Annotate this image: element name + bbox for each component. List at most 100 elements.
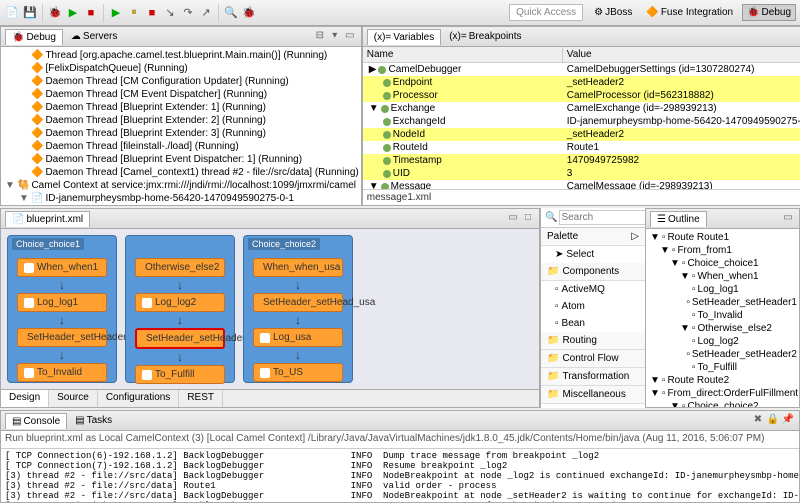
outline-item[interactable]: ▼▫Choice_choice2 bbox=[648, 400, 797, 407]
route-container[interactable]: Choice_choice1When_when1↓Log_log1↓SetHea… bbox=[7, 235, 117, 383]
palette-section-control-flow[interactable]: 📁Control Flow bbox=[541, 350, 645, 368]
debug-tree-item[interactable]: 🔶Daemon Thread [CM Configuration Updater… bbox=[3, 75, 359, 88]
menu-icon[interactable]: ▾ bbox=[328, 30, 342, 44]
tab-tasks[interactable]: ▤ Tasks bbox=[69, 413, 118, 428]
debug-tree-item[interactable]: 🔶Daemon Thread [Blueprint Extender: 1] (… bbox=[3, 101, 359, 114]
outline-item[interactable]: ▫Log_log2 bbox=[648, 335, 797, 348]
search-icon[interactable]: 🔍 bbox=[223, 5, 239, 21]
variable-row[interactable]: Endpoint_setHeader2 bbox=[363, 76, 800, 89]
minimize-icon[interactable]: ▭ bbox=[506, 212, 520, 226]
minimize-icon[interactable]: ▭ bbox=[781, 212, 795, 226]
route-canvas[interactable]: Choice_choice1When_when1↓Log_log1↓SetHea… bbox=[1, 229, 539, 389]
stop-icon[interactable]: ■ bbox=[83, 5, 99, 21]
outline-item[interactable]: ▫Log_log1 bbox=[648, 283, 797, 296]
tab-debug[interactable]: 🐞Debug bbox=[5, 29, 63, 45]
step-into-icon[interactable]: ↘ bbox=[162, 5, 178, 21]
tab-servers[interactable]: ☁Servers bbox=[65, 29, 123, 44]
step-over-icon[interactable]: ↷ bbox=[180, 5, 196, 21]
route-container[interactable]: Choice_choice2When_when_usa↓SetHeader_se… bbox=[243, 235, 353, 383]
variable-row[interactable]: Timestamp1470949725982 bbox=[363, 154, 800, 167]
new-icon[interactable]: 📄 bbox=[4, 5, 20, 21]
route-node[interactable]: To_US bbox=[253, 363, 343, 382]
debug-tree-item[interactable]: 🔶Daemon Thread [Blueprint Event Dispatch… bbox=[3, 153, 359, 166]
outline-item[interactable]: ▼▫From_from1 bbox=[648, 244, 797, 257]
variable-row[interactable]: ▼ExchangeCamelExchange (id=-298939213) bbox=[363, 102, 800, 115]
debug-tree[interactable]: 🔶Thread [org.apache.camel.test.blueprint… bbox=[1, 47, 361, 205]
variable-row[interactable]: ExchangeIdID-janemurpheysmbp-home-56420-… bbox=[363, 115, 800, 128]
editor-tab-source[interactable]: Source bbox=[49, 390, 98, 407]
perspective-debug[interactable]: 🐞Debug bbox=[742, 4, 796, 21]
maximize-icon[interactable]: □ bbox=[521, 212, 535, 226]
console-output[interactable]: [ TCP Connection(6)-192.168.1.2] Backlog… bbox=[1, 449, 799, 502]
col-name[interactable]: Name bbox=[363, 47, 563, 62]
outline-item[interactable]: ▼▫When_when1 bbox=[648, 270, 797, 283]
debug-tree-item[interactable]: 🔶Daemon Thread [Camel_context1) thread #… bbox=[3, 166, 359, 179]
editor-tab-blueprint[interactable]: 📄 blueprint.xml bbox=[5, 211, 90, 227]
editor-tab-rest[interactable]: REST bbox=[179, 390, 223, 407]
palette-section-components[interactable]: 📁Components bbox=[541, 263, 645, 281]
pin-icon[interactable]: 📌 bbox=[781, 414, 795, 428]
route-node[interactable]: To_Invalid bbox=[17, 363, 107, 382]
outline-item[interactable]: ▼▫From_direct:OrderFulFillment bbox=[648, 387, 797, 400]
quick-access-input[interactable]: Quick Access bbox=[509, 4, 583, 21]
route-node[interactable]: When_when_usa bbox=[253, 258, 343, 277]
palette-section-routing[interactable]: 📁Routing bbox=[541, 332, 645, 350]
tab-breakpoints[interactable]: (x)= Breakpoints bbox=[443, 29, 527, 44]
route-container[interactable]: Otherwise_else2↓Log_log2↓SetHeader_setHe… bbox=[125, 235, 235, 383]
palette-item[interactable]: ▫Bean bbox=[541, 315, 645, 332]
palette-section-miscellaneous[interactable]: 📁Miscellaneous bbox=[541, 386, 645, 404]
outline-item[interactable]: ▫SetHeader_setHeader1 bbox=[648, 296, 797, 309]
outline-tab[interactable]: ☰Outline bbox=[650, 211, 707, 227]
tab-variables[interactable]: (x)= Variables bbox=[367, 29, 441, 45]
outline-item[interactable]: ▼▫Otherwise_else2 bbox=[648, 322, 797, 335]
palette-select-tool[interactable]: ➤Select bbox=[541, 246, 645, 263]
outline-item[interactable]: ▫To_Invalid bbox=[648, 309, 797, 322]
editor-tab-design[interactable]: Design bbox=[1, 390, 49, 407]
perspective-fuse-integration[interactable]: 🔶Fuse Integration bbox=[641, 4, 738, 21]
palette-section-transformation[interactable]: 📁Transformation bbox=[541, 368, 645, 386]
run-icon[interactable]: ▶ bbox=[65, 5, 81, 21]
route-node[interactable]: To_Fulfill bbox=[135, 365, 225, 384]
lock-icon[interactable]: 🔒 bbox=[766, 414, 780, 428]
perspective-jboss[interactable]: ⚙JBoss bbox=[589, 4, 637, 21]
variable-row[interactable]: UID3 bbox=[363, 167, 800, 180]
route-node[interactable]: SetHeader_setHead_usa bbox=[253, 293, 343, 312]
variable-row[interactable]: NodeId_setHeader2 bbox=[363, 128, 800, 141]
debug-tree-item[interactable]: 🔶Daemon Thread [fileinstall-./load] (Run… bbox=[3, 140, 359, 153]
palette-item[interactable]: ▫Atom bbox=[541, 298, 645, 315]
route-node[interactable]: Log_log2 bbox=[135, 293, 225, 312]
debug-tree-item[interactable]: ▼📄ID-janemurpheysmbp-home-56420-14709495… bbox=[3, 192, 359, 205]
route-node[interactable]: Log_usa bbox=[253, 328, 343, 347]
variable-row[interactable]: RouteIdRoute1 bbox=[363, 141, 800, 154]
debug-icon[interactable]: 🐞 bbox=[47, 5, 63, 21]
variable-row[interactable]: ▶CamelDebuggerCamelDebuggerSettings (id=… bbox=[363, 63, 800, 76]
save-icon[interactable]: 💾 bbox=[22, 5, 38, 21]
debug-tree-item[interactable]: 🔶Daemon Thread [CM Event Dispatcher] (Ru… bbox=[3, 88, 359, 101]
route-node[interactable]: Otherwise_else2 bbox=[135, 258, 225, 277]
debug-tree-item[interactable]: 🔶[FelixDispatchQueue] (Running) bbox=[3, 62, 359, 75]
refresh-icon[interactable]: 🐞 bbox=[241, 5, 257, 21]
variables-rows[interactable]: ▶CamelDebuggerCamelDebuggerSettings (id=… bbox=[363, 63, 800, 189]
debug-tree-item[interactable]: 🔶Daemon Thread [Blueprint Extender: 3] (… bbox=[3, 127, 359, 140]
outline-item[interactable]: ▼▫Choice_choice1 bbox=[648, 257, 797, 270]
col-value[interactable]: Value bbox=[563, 47, 800, 62]
editor-tab-configurations[interactable]: Configurations bbox=[98, 390, 179, 407]
outline-item[interactable]: ▫SetHeader_setHeader2 bbox=[648, 348, 797, 361]
route-node[interactable]: When_when1 bbox=[17, 258, 107, 277]
route-node[interactable]: SetHeader_setHeader2 bbox=[135, 328, 225, 349]
suspend-icon[interactable]: ⏸ bbox=[126, 5, 142, 21]
debug-tree-item[interactable]: ▼🐫Camel Context at service:jmx:rmi:///jn… bbox=[3, 179, 359, 192]
variable-row[interactable]: ProcessorCamelProcessor (id=562318882) bbox=[363, 89, 800, 102]
collapse-icon[interactable]: ⊟ bbox=[313, 30, 327, 44]
debug-tree-item[interactable]: 🔶Thread [org.apache.camel.test.blueprint… bbox=[3, 49, 359, 62]
route-node[interactable]: SetHeader_setHeader1 bbox=[17, 328, 107, 347]
outline-tree[interactable]: ▼▫Route Route1▼▫From_from1▼▫Choice_choic… bbox=[646, 229, 799, 407]
clear-icon[interactable]: ✖ bbox=[751, 414, 765, 428]
outline-item[interactable]: ▫To_Fulfill bbox=[648, 361, 797, 374]
terminate-icon[interactable]: ■ bbox=[144, 5, 160, 21]
outline-item[interactable]: ▼▫Route Route1 bbox=[648, 231, 797, 244]
resume-icon[interactable]: ▶ bbox=[108, 5, 124, 21]
minimize-icon[interactable]: ▭ bbox=[343, 30, 357, 44]
outline-item[interactable]: ▼▫Route Route2 bbox=[648, 374, 797, 387]
route-node[interactable]: Log_log1 bbox=[17, 293, 107, 312]
